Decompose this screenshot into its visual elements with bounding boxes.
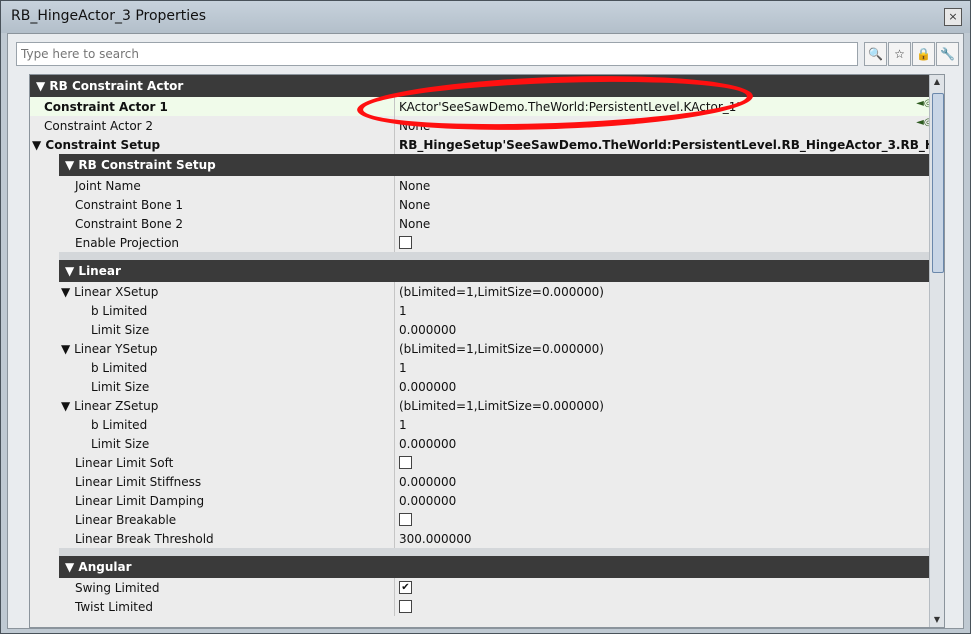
property-name: Constraint Bone 1 [75,198,184,212]
category-angular[interactable]: ▼ Angular [59,556,944,578]
property-name: Linear Break Threshold [75,532,214,546]
property-value[interactable]: None [399,198,430,212]
linear-limit-soft-checkbox[interactable] [399,456,412,469]
property-row-enable-projection[interactable]: Enable Projection [59,233,944,252]
property-value[interactable]: 1 [399,418,407,432]
wrench-icon[interactable]: 🔧 [936,42,959,66]
close-button[interactable]: × [944,8,962,26]
property-name: Constraint Actor 1 [44,100,168,114]
property-name: Constraint Bone 2 [75,217,184,231]
linear-breakable-checkbox[interactable] [399,513,412,526]
property-value[interactable]: 0.000000 [399,475,456,489]
property-row-swing-limited[interactable]: Swing Limited ✔ [59,578,944,597]
category-label: Linear [78,264,121,278]
property-row-x-limit-size[interactable]: Limit Size 0.000000 ▲▼ [59,320,944,339]
favorite-icon[interactable]: ☆ [888,42,911,66]
property-name: Swing Limited [75,581,160,595]
property-name: Linear Limit Damping [75,494,205,508]
category-label: Angular [78,560,132,574]
property-row-linear-limit-damping[interactable]: Linear Limit Damping 0.000000 ▲▼ [59,491,944,510]
property-value[interactable]: (bLimited=1,LimitSize=0.000000) [399,342,604,356]
property-name: Constraint Actor 2 [44,119,154,133]
scrollbar-thumb[interactable] [932,93,944,273]
property-name: Linear YSetup [74,342,158,356]
expand-arrow-icon[interactable]: ▼ [61,342,70,356]
property-value[interactable]: 0.000000 [399,494,456,508]
property-row-linear-breakable[interactable]: Linear Breakable [59,510,944,529]
property-value[interactable]: 0.000000 [399,437,456,451]
property-name: Limit Size [91,323,150,337]
property-name: Enable Projection [75,236,180,250]
enable-projection-checkbox[interactable] [399,236,412,249]
scroll-up-icon[interactable]: ▲ [930,75,944,89]
property-name: Constraint Setup [45,138,161,152]
property-row-y-limit-size[interactable]: Limit Size 0.000000 ▲▼ [59,377,944,396]
property-name: Linear Limit Soft [75,456,174,470]
property-row-constraint-bone-1[interactable]: Constraint Bone 1 None [59,195,944,214]
category-linear[interactable]: ▼ Linear [59,260,944,282]
property-row-linear-limit-soft[interactable]: Linear Limit Soft [59,453,944,472]
property-value[interactable]: 300.000000 [399,532,472,546]
property-name: Linear ZSetup [74,399,159,413]
window-title: RB_HingeActor_3 Properties [11,8,207,24]
property-name: Limit Size [91,380,150,394]
vertical-scrollbar[interactable]: ▲ ▼ [929,75,944,627]
property-row-linear-xsetup[interactable]: ▼ Linear XSetup (bLimited=1,LimitSize=0.… [59,282,944,301]
property-row-linear-zsetup[interactable]: ▼ Linear ZSetup (bLimited=1,LimitSize=0.… [59,396,944,415]
expand-arrow-icon[interactable]: ▼ [65,560,74,574]
property-value[interactable]: None [399,179,430,193]
category-label: RB Constraint Setup [78,158,216,172]
search-icon[interactable]: 🔍 [864,42,887,66]
property-row-z-limit-size[interactable]: Limit Size 0.000000 ▲▼ [59,434,944,453]
category-rb-constraint-setup[interactable]: ▼ RB Constraint Setup [59,154,944,176]
property-name: b Limited [91,361,148,375]
property-value[interactable]: RB_HingeSetup'SeeSawDemo.TheWorld:Persis… [399,138,944,152]
property-value[interactable]: 1 [399,304,407,318]
nested-constraint-setup: ▼ RB Constraint Setup Joint Name None Co… [59,154,944,616]
expand-arrow-icon[interactable]: ▼ [61,399,70,413]
lock-icon[interactable]: 🔒 [912,42,935,66]
expand-arrow-icon[interactable]: ▼ [36,79,45,93]
title-bar[interactable]: RB_HingeActor_3 Properties × [1,1,970,33]
property-name: Joint Name [75,179,141,193]
search-box[interactable] [16,42,858,66]
expand-arrow-icon[interactable]: ▼ [32,138,41,152]
expand-arrow-icon[interactable]: ▼ [61,285,70,299]
property-value[interactable]: 0.000000 [399,323,456,337]
property-row-constraint-bone-2[interactable]: Constraint Bone 2 None [59,214,944,233]
property-value[interactable]: (bLimited=1,LimitSize=0.000000) [399,399,604,413]
twist-limited-checkbox[interactable] [399,600,412,613]
property-name: b Limited [91,418,148,432]
properties-window: RB_HingeActor_3 Properties × 🔍 ☆ 🔒 🔧 ▼ R… [0,0,971,634]
property-name: Limit Size [91,437,150,451]
property-value[interactable]: None [399,217,430,231]
property-name: b Limited [91,304,148,318]
property-row-linear-break-threshold[interactable]: Linear Break Threshold 300.000000 ▲▼ [59,529,944,548]
property-name: Linear Limit Stiffness [75,475,202,489]
property-row-y-b-limited[interactable]: b Limited 1 ▲▼ [59,358,944,377]
property-name: Twist Limited [75,600,154,614]
property-name: Linear XSetup [74,285,159,299]
expand-arrow-icon[interactable]: ▼ [65,158,74,172]
property-value[interactable]: 0.000000 [399,380,456,394]
scroll-down-icon[interactable]: ▼ [930,613,944,627]
property-grid: ▼ RB Constraint Actor Constraint Actor 1… [29,74,945,628]
property-value[interactable]: 1 [399,361,407,375]
property-row-z-b-limited[interactable]: b Limited 1 ▲▼ [59,415,944,434]
property-row-linear-limit-stiffness[interactable]: Linear Limit Stiffness 0.000000 ▲▼ [59,472,944,491]
property-row-constraint-setup[interactable]: ▼ Constraint Setup RB_HingeSetup'SeeSawD… [30,135,944,154]
property-row-joint-name[interactable]: Joint Name None [59,176,944,195]
property-row-x-b-limited[interactable]: b Limited 1 ▲▼ [59,301,944,320]
category-label: RB Constraint Actor [49,79,184,93]
property-row-twist-limited[interactable]: Twist Limited [59,597,944,616]
property-row-linear-ysetup[interactable]: ▼ Linear YSetup (bLimited=1,LimitSize=0.… [59,339,944,358]
swing-limited-checkbox[interactable]: ✔ [399,581,412,594]
property-name: Linear Breakable [75,513,177,527]
search-input[interactable] [17,44,841,64]
expand-arrow-icon[interactable]: ▼ [65,264,74,278]
property-value[interactable]: (bLimited=1,LimitSize=0.000000) [399,285,604,299]
